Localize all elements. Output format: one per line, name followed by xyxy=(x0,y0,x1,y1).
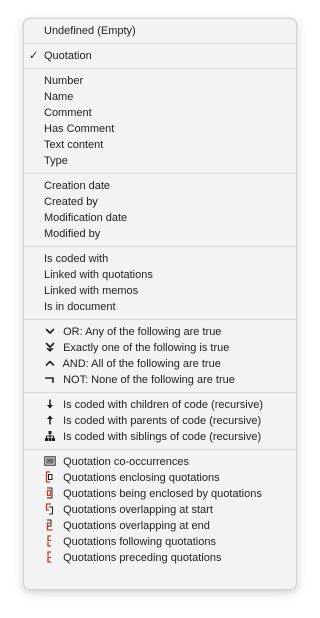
menu-group-properties: Number Name Comment Has Comment Text con… xyxy=(24,73,296,169)
not-icon xyxy=(44,373,56,385)
menu-item-label: Is coded with xyxy=(44,253,109,265)
menu-item-parents-of-code[interactable]: Is coded with parents of code (recursive… xyxy=(24,413,296,429)
menu-item-or[interactable]: OR: Any of the following are true xyxy=(24,324,296,340)
co-occurrence-icon xyxy=(44,455,56,467)
menu-group-dates: Creation date Created by Modification da… xyxy=(24,178,296,242)
menu-separator xyxy=(24,68,296,69)
chevron-up-icon xyxy=(44,357,56,369)
overlap-end-icon xyxy=(44,519,56,531)
menu-item-label: Undefined (Empty) xyxy=(44,25,136,37)
menu-item-is-in-document[interactable]: Is in document xyxy=(24,299,296,315)
menu-item-enclosing[interactable]: Quotations enclosing quotations xyxy=(24,470,296,486)
menu-item-comment[interactable]: Comment xyxy=(24,105,296,121)
menu-item-label: Quotations enclosing quotations xyxy=(63,472,220,484)
menu-separator xyxy=(24,319,296,320)
menu-item-label: Is in document xyxy=(44,301,116,313)
menu-group-recursive: Is coded with children of code (recursiv… xyxy=(24,397,296,445)
menu-item-label: Quotations preceding quotations xyxy=(63,552,222,564)
menu-item-undefined-empty[interactable]: Undefined (Empty) xyxy=(24,23,296,39)
menu-item-number[interactable]: Number xyxy=(24,73,296,89)
sibling-tree-icon xyxy=(44,430,56,442)
enclosed-icon xyxy=(44,487,56,499)
menu-item-label: Quotations being enclosed by quotations xyxy=(63,488,262,500)
menu-separator xyxy=(24,449,296,450)
menu-item-overlap-end[interactable]: Quotations overlapping at end xyxy=(24,518,296,534)
menu-item-is-coded-with[interactable]: Is coded with xyxy=(24,251,296,267)
following-icon xyxy=(44,535,56,547)
menu-item-modified-by[interactable]: Modified by xyxy=(24,226,296,242)
menu-group-quotation: ✓ Quotation xyxy=(24,48,296,64)
menu-item-label: Quotation xyxy=(44,50,92,62)
menu-item-label: Linked with memos xyxy=(44,285,139,297)
context-menu: Undefined (Empty) ✓ Quotation Number Nam… xyxy=(23,18,297,590)
menu-item-type[interactable]: Type xyxy=(24,153,296,169)
menu-item-label: Modified by xyxy=(44,228,101,240)
menu-item-and[interactable]: AND: All of the following are true xyxy=(24,356,296,372)
enclosing-icon xyxy=(44,471,56,483)
menu-item-not[interactable]: NOT: None of the following are true xyxy=(24,372,296,388)
overlap-start-icon xyxy=(44,503,56,515)
menu-item-children-of-code[interactable]: Is coded with children of code (recursiv… xyxy=(24,397,296,413)
menu-item-enclosed[interactable]: Quotations being enclosed by quotations xyxy=(24,486,296,502)
menu-item-quotation[interactable]: ✓ Quotation xyxy=(24,48,296,64)
menu-item-name[interactable]: Name xyxy=(24,89,296,105)
menu-item-label: Comment xyxy=(44,107,92,119)
menu-item-label: Quotations overlapping at start xyxy=(63,504,213,516)
menu-item-label: Is coded with parents of code (recursive… xyxy=(63,415,262,427)
menu-item-linked-with-quotations[interactable]: Linked with quotations xyxy=(24,267,296,283)
menu-item-label: Type xyxy=(44,155,68,167)
arrow-up-icon xyxy=(44,414,56,426)
chevron-down-icon xyxy=(44,325,56,337)
menu-separator xyxy=(24,392,296,393)
menu-item-label: Name xyxy=(44,91,74,103)
menu-item-text-content[interactable]: Text content xyxy=(24,137,296,153)
menu-item-label: OR: Any of the following are true xyxy=(63,326,222,338)
checkmark-icon: ✓ xyxy=(29,50,39,62)
menu-item-label: Number xyxy=(44,75,84,87)
menu-item-has-comment[interactable]: Has Comment xyxy=(24,121,296,137)
menu-item-siblings-of-code[interactable]: Is coded with siblings of code (recursiv… xyxy=(24,429,296,445)
menu-item-label: Quotation co-occurrences xyxy=(63,456,190,468)
menu-item-co-occurrences[interactable]: Quotation co-occurrences xyxy=(24,454,296,470)
exclusive-or-icon xyxy=(44,341,56,353)
menu-separator xyxy=(24,43,296,44)
menu-item-creation-date[interactable]: Creation date xyxy=(24,178,296,194)
menu-item-label: AND: All of the following are true xyxy=(62,358,221,370)
menu-item-label: Modification date xyxy=(44,212,128,224)
menu-item-label: Is coded with children of code (recursiv… xyxy=(63,399,263,411)
menu-item-label: Has Comment xyxy=(44,123,115,135)
menu-item-preceding[interactable]: Quotations preceding quotations xyxy=(24,550,296,566)
menu-item-label: NOT: None of the following are true xyxy=(63,374,235,386)
menu-group-links: Is coded with Linked with quotations Lin… xyxy=(24,251,296,315)
menu-item-label: Text content xyxy=(44,139,104,151)
menu-group-boolean: OR: Any of the following are true Exactl… xyxy=(24,324,296,388)
menu-item-exactly-one[interactable]: Exactly one of the following is true xyxy=(24,340,296,356)
menu-item-linked-with-memos[interactable]: Linked with memos xyxy=(24,283,296,299)
menu-item-overlap-start[interactable]: Quotations overlapping at start xyxy=(24,502,296,518)
menu-item-label: Exactly one of the following is true xyxy=(63,342,230,354)
menu-separator xyxy=(24,173,296,174)
menu-item-created-by[interactable]: Created by xyxy=(24,194,296,210)
menu-group-empty: Undefined (Empty) xyxy=(24,23,296,39)
arrow-down-icon xyxy=(44,398,56,410)
menu-group-quotation-relations: Quotation co-occurrences Quotations encl… xyxy=(24,454,296,566)
menu-item-label: Linked with quotations xyxy=(44,269,153,281)
menu-item-label: Quotations overlapping at end xyxy=(63,520,210,532)
menu-item-label: Created by xyxy=(44,196,98,208)
menu-item-label: Creation date xyxy=(44,180,111,192)
menu-item-following[interactable]: Quotations following quotations xyxy=(24,534,296,550)
menu-item-modification-date[interactable]: Modification date xyxy=(24,210,296,226)
menu-item-label: Quotations following quotations xyxy=(63,536,216,548)
menu-item-label: Is coded with siblings of code (recursiv… xyxy=(63,431,262,443)
menu-separator xyxy=(24,246,296,247)
preceding-icon xyxy=(44,551,56,563)
